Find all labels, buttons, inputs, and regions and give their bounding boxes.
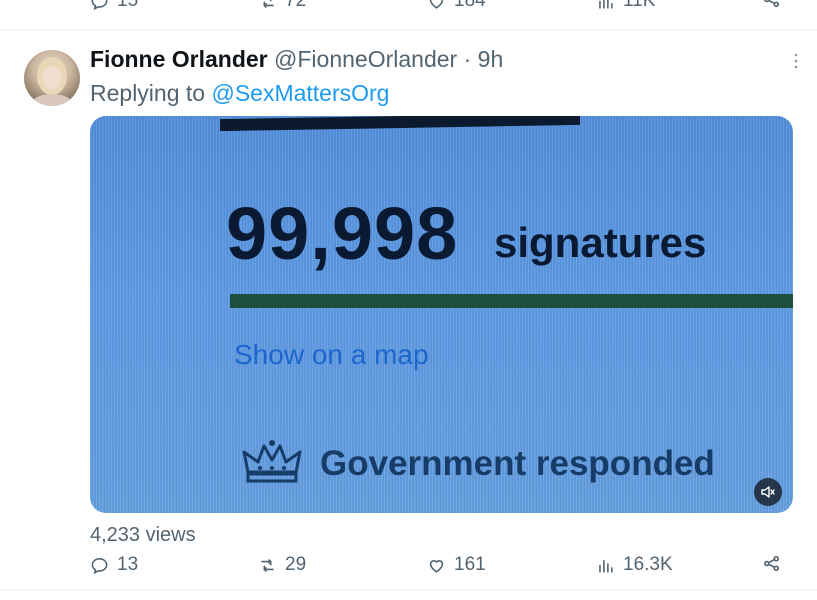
replying-to: Replying to @SexMattersOrg [90, 78, 389, 108]
show-on-map-link: Show on a map [234, 339, 429, 370]
retweet-button[interactable]: 29 [258, 554, 306, 576]
more-options-button[interactable] [786, 52, 806, 70]
views-count: 11K [623, 0, 656, 11]
retweet-button[interactable]: 72 [258, 0, 306, 12]
like-button[interactable]: 161 [427, 554, 486, 576]
reply-icon [91, 557, 108, 574]
retweet-icon [263, 0, 274, 8]
author-name[interactable]: Fionne Orlander [90, 46, 268, 72]
tweet-views: 4,233 views [90, 524, 196, 546]
like-icon [429, 559, 444, 573]
reply-button[interactable]: 13 [90, 554, 138, 576]
like-count: 161 [454, 554, 486, 575]
replying-prefix: Replying to [90, 80, 212, 106]
like-icon [429, 0, 444, 9]
reply-icon [91, 0, 108, 10]
reply-button[interactable]: 15 [90, 0, 138, 12]
like-count: 184 [454, 0, 486, 11]
retweet-count: 72 [285, 0, 307, 11]
views-button[interactable]: 16.3K [596, 554, 673, 576]
divider [0, 29, 817, 30]
tweet-action-bar: 13 29 161 16.3K [0, 554, 817, 580]
divider [0, 589, 817, 590]
share-icon [764, 0, 780, 8]
retweet-icon [261, 558, 274, 572]
views-icon [599, 0, 613, 9]
avatar-image [30, 57, 74, 106]
share-button[interactable] [762, 0, 781, 9]
signature-word: signatures [494, 219, 707, 266]
mute-icon [761, 486, 775, 498]
reply-count: 15 [117, 0, 139, 11]
tweet-header: Fionne Orlander @FionneOrlander · 9h [90, 44, 503, 74]
mute-button[interactable] [754, 478, 782, 506]
share-button[interactable] [762, 554, 781, 573]
previous-tweet-action-bar: 15 72 184 11K [0, 0, 817, 20]
tweet-video[interactable]: 99,998 signatures Show on a map Governme… [90, 116, 793, 513]
government-responded-text: Government responded [320, 444, 715, 483]
crown-icon [240, 438, 304, 484]
share-icon [763, 555, 780, 572]
more-icon [794, 53, 798, 69]
replying-to-mention[interactable]: @SexMattersOrg [211, 80, 389, 106]
avatar[interactable] [24, 50, 80, 106]
views-button[interactable]: 11K [596, 0, 655, 12]
tweet-time[interactable]: 9h [478, 46, 504, 72]
header-separator: · [457, 46, 478, 72]
signature-count: 99,998 [226, 192, 459, 275]
views-icon [599, 559, 613, 573]
like-button[interactable]: 184 [427, 0, 486, 12]
views-count: 16.3K [623, 554, 673, 575]
author-handle[interactable]: @FionneOrlander [274, 46, 457, 72]
signature-progress-bar [230, 294, 793, 308]
retweet-count: 29 [285, 554, 307, 575]
reply-count: 13 [117, 554, 139, 575]
